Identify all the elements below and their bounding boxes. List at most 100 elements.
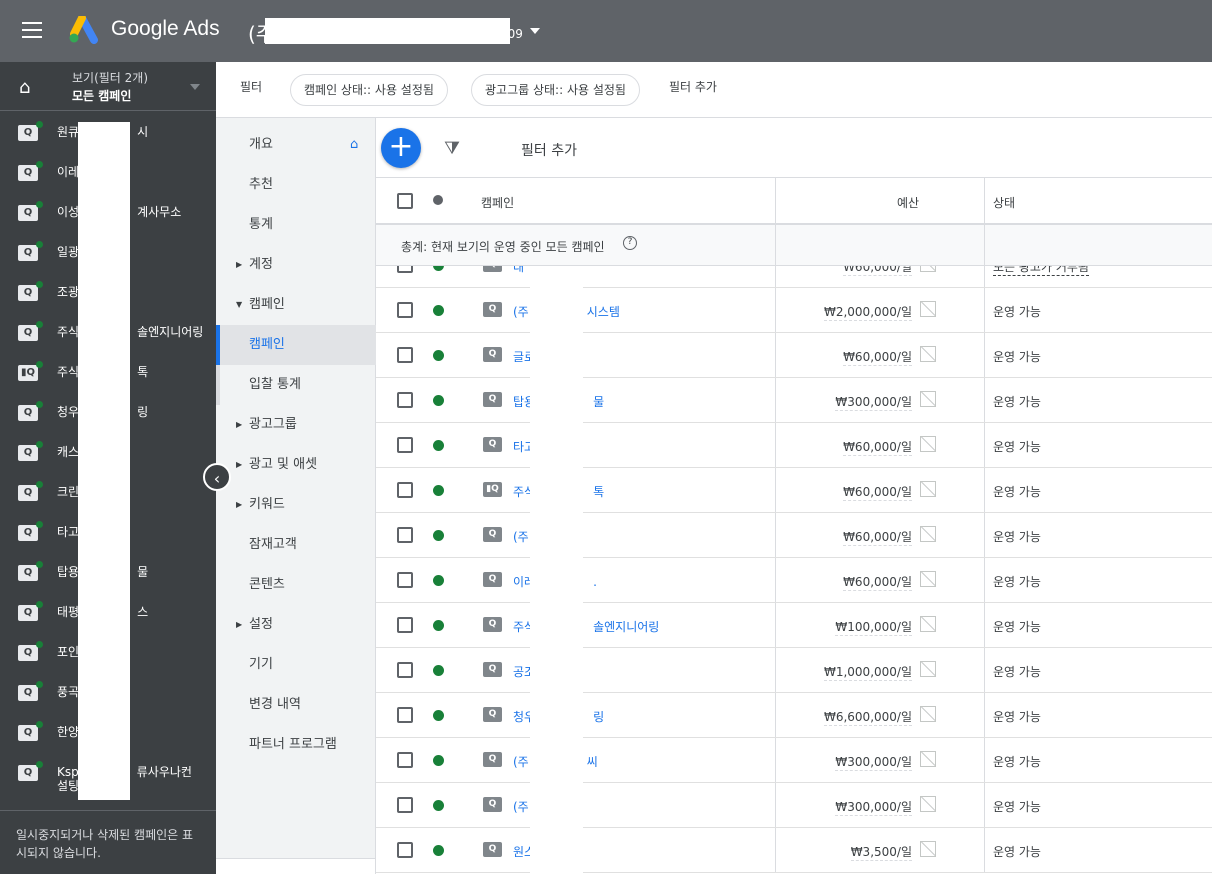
- table-row[interactable]: Q 탑용 물 ₩300,000/일 운영 가능: [376, 378, 1212, 423]
- filter-chip-adgroup-status[interactable]: 광고그룹 상태:: 사용 설정됨: [471, 74, 640, 106]
- filter-icon[interactable]: ⧩: [444, 138, 460, 159]
- campaign-status: 운영 가능: [993, 845, 1041, 859]
- nav-item[interactable]: 잠재고객: [216, 525, 376, 565]
- nav-item[interactable]: 파트너 프로그램: [216, 725, 376, 765]
- nav-item[interactable]: 콘텐츠: [216, 565, 376, 605]
- nav-item-label: 잠재고객: [249, 537, 297, 552]
- budget-value[interactable]: ₩3,500/일: [850, 843, 912, 861]
- row-checkbox[interactable]: [397, 797, 413, 813]
- help-icon[interactable]: ?: [623, 236, 637, 250]
- campaign-status: 운영 가능: [993, 755, 1041, 769]
- column-campaign[interactable]: 캠페인: [481, 194, 514, 211]
- no-bid-strategy-icon: [920, 266, 936, 272]
- budget-value[interactable]: ₩60,000/일: [843, 483, 912, 501]
- nav-item-label: 설정: [249, 617, 273, 632]
- home-icon: ⌂: [350, 137, 359, 152]
- table-row[interactable]: Q (주 시스템 ₩2,000,000/일 운영 가능: [376, 288, 1212, 333]
- home-icon: ⌂: [19, 77, 31, 98]
- budget-value[interactable]: ₩60,000/일: [843, 348, 912, 366]
- row-checkbox[interactable]: [397, 662, 413, 678]
- search-campaign-icon: Q: [483, 572, 502, 587]
- table-row[interactable]: Q태₩60,000/일모든 광고가 거부됨: [376, 266, 1212, 288]
- budget-value[interactable]: ₩1,000,000/일: [823, 663, 912, 681]
- nav-item-label: 입찰 통계: [249, 377, 301, 392]
- budget-value[interactable]: ₩60,000/일: [843, 573, 912, 591]
- menu-icon[interactable]: [22, 22, 42, 38]
- table-row[interactable]: Q 글로 ₩60,000/일 운영 가능: [376, 333, 1212, 378]
- budget-value[interactable]: ₩60,000/일: [843, 438, 912, 456]
- nav-item[interactable]: 입찰 통계: [216, 365, 376, 405]
- table-row[interactable]: Q 주식 솔엔지니어링 ₩100,000/일 운영 가능: [376, 603, 1212, 648]
- table-row[interactable]: Q 공조 ₩1,000,000/일 운영 가능: [376, 648, 1212, 693]
- nav-item[interactable]: 변경 내역: [216, 685, 376, 725]
- table-row[interactable]: Q (주 ₩60,000/일 운영 가능: [376, 513, 1212, 558]
- column-budget[interactable]: 예산: [897, 194, 919, 211]
- table-row[interactable]: Q 이레. ₩60,000/일 운영 가능: [376, 558, 1212, 603]
- nav-item[interactable]: 추천: [216, 165, 376, 205]
- dropdown-icon[interactable]: [190, 84, 200, 95]
- search-campaign-icon: Q: [18, 245, 38, 261]
- nav-item-label: 통계: [249, 217, 273, 232]
- table-row[interactable]: Q (주 씨 ₩300,000/일 운영 가능: [376, 738, 1212, 783]
- nav-item[interactable]: ▶ 설정: [216, 605, 376, 645]
- budget-value[interactable]: ₩100,000/일: [835, 618, 912, 636]
- account-dropdown-icon[interactable]: [530, 28, 540, 39]
- filter-chip-campaign-status[interactable]: 캠페인 상태:: 사용 설정됨: [290, 74, 448, 106]
- enabled-status-dot: [433, 620, 444, 631]
- budget-value[interactable]: ₩300,000/일: [835, 753, 912, 771]
- add-filter-button[interactable]: 필터 추가: [521, 140, 577, 160]
- budget-value[interactable]: ₩60,000/일: [843, 528, 912, 546]
- top-bar: Google Ads (주 309: [0, 0, 1212, 62]
- nav-item[interactable]: 개요 ⌂: [216, 125, 376, 165]
- row-checkbox[interactable]: [397, 752, 413, 768]
- row-checkbox[interactable]: [397, 617, 413, 633]
- nav-item[interactable]: ▶ 키워드: [216, 485, 376, 525]
- enabled-status-dot: [433, 305, 444, 316]
- table-row[interactable]: Q 원스 ₩3,500/일 운영 가능: [376, 828, 1212, 873]
- budget-value[interactable]: ₩300,000/일: [835, 798, 912, 816]
- view-value: 모든 캠페인: [72, 89, 132, 103]
- enabled-status-dot: [433, 440, 444, 451]
- row-checkbox[interactable]: [397, 302, 413, 318]
- table-row[interactable]: Q 타고 ₩60,000/일 운영 가능: [376, 423, 1212, 468]
- campaign-status: 운영 가능: [993, 350, 1041, 364]
- nav-item[interactable]: 캠페인: [216, 325, 376, 365]
- enabled-status-dot: [433, 665, 444, 676]
- nav-item[interactable]: 통계: [216, 205, 376, 245]
- column-status[interactable]: 상태: [993, 194, 1015, 211]
- budget-value[interactable]: ₩6,600,000/일: [823, 708, 912, 726]
- row-checkbox[interactable]: [397, 392, 413, 408]
- enabled-status-dot: [433, 710, 444, 721]
- search-campaign-icon: Q: [18, 405, 38, 421]
- add-campaign-button[interactable]: +: [381, 128, 421, 168]
- select-all-checkbox[interactable]: [397, 193, 413, 209]
- row-checkbox[interactable]: [397, 482, 413, 498]
- nav-item[interactable]: ▶ 광고 및 애셋: [216, 445, 376, 485]
- nav-item[interactable]: 기기: [216, 645, 376, 685]
- collapse-sidebar-button[interactable]: ‹: [203, 463, 231, 491]
- nav-item[interactable]: ▼ 캠페인: [216, 285, 376, 325]
- add-filter-link[interactable]: 필터 추가: [669, 78, 717, 95]
- table-row[interactable]: ▮Q 주식 톡 ₩60,000/일 운영 가능: [376, 468, 1212, 513]
- row-checkbox[interactable]: [397, 437, 413, 453]
- nav-item[interactable]: ▶ 계정: [216, 245, 376, 285]
- view-selector[interactable]: ⌂ 보기(필터 2개) 모든 캠페인: [0, 62, 216, 111]
- campaign-table-area: + ⧩ 필터 추가 캠페인 예산 상태 총계: 현재 보기의 운영 중인 모든 …: [376, 118, 1212, 874]
- search-campaign-icon: Q: [483, 437, 502, 452]
- enabled-status-dot: [433, 845, 444, 856]
- budget-value[interactable]: ₩300,000/일: [835, 393, 912, 411]
- row-checkbox[interactable]: [397, 266, 413, 273]
- enabled-status-dot: [433, 266, 444, 271]
- budget-value[interactable]: ₩2,000,000/일: [823, 303, 912, 321]
- nav-item[interactable]: ▶ 광고그룹: [216, 405, 376, 445]
- row-checkbox[interactable]: [397, 842, 413, 858]
- row-checkbox[interactable]: [397, 572, 413, 588]
- nav-item-label: 캠페인: [249, 337, 285, 352]
- budget-value[interactable]: ₩60,000/일: [843, 266, 912, 276]
- row-checkbox[interactable]: [397, 527, 413, 543]
- table-row[interactable]: Q (주 ₩300,000/일 운영 가능: [376, 783, 1212, 828]
- no-bid-strategy-icon: [920, 796, 936, 812]
- row-checkbox[interactable]: [397, 707, 413, 723]
- table-row[interactable]: Q 청우 링 ₩6,600,000/일 운영 가능: [376, 693, 1212, 738]
- row-checkbox[interactable]: [397, 347, 413, 363]
